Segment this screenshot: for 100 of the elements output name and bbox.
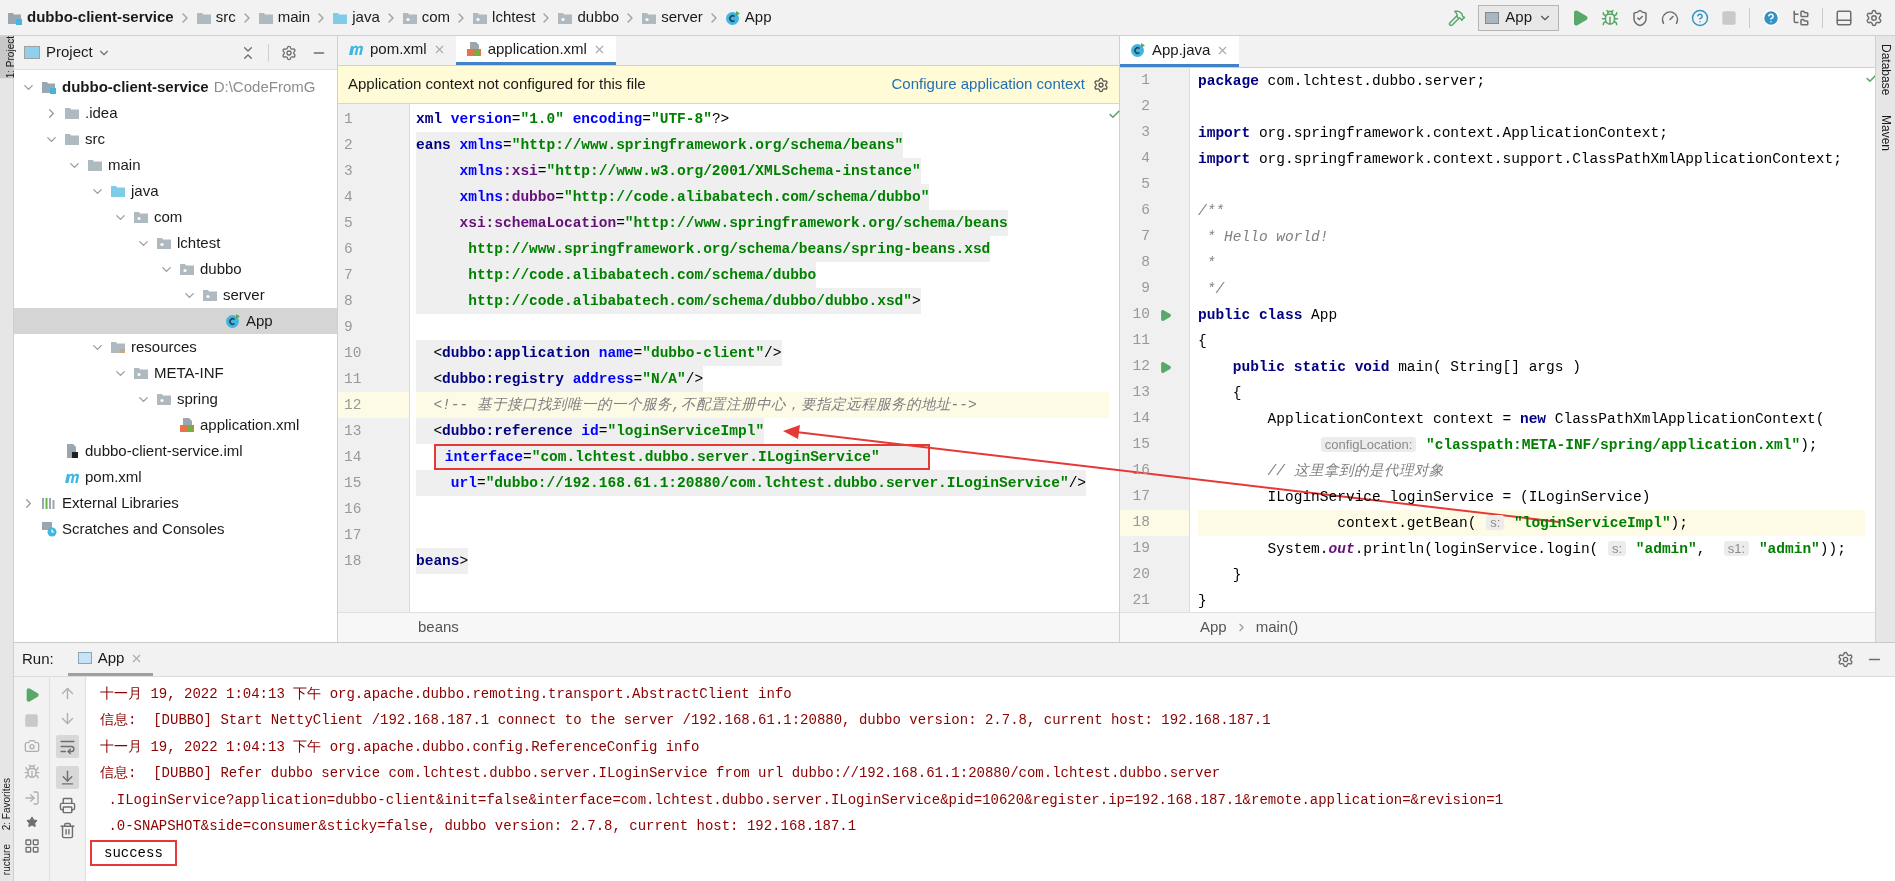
tree-item[interactable]: META-INF [14, 360, 337, 386]
code-line: xml version="1.0" encoding="UTF-8"?> [416, 110, 730, 129]
line-number: 2 [1140, 97, 1150, 117]
build-icon[interactable] [1448, 8, 1467, 27]
code-line: ApplicationContext context = new ClassPathXmlApplicationContext( [1266, 411, 1825, 427]
tool-window-tab[interactable]: Database [1876, 44, 1895, 96]
breadcrumb-item[interactable]: server [638, 6, 706, 29]
tool-window-tab[interactable]: ructure [0, 843, 14, 875]
tree-item[interactable]: dubbo-client-service D:\CodeFromG [14, 74, 337, 100]
tree-item[interactable]: com [14, 204, 337, 230]
breadcrumb-item[interactable]: java [329, 6, 383, 29]
line-number: 15 [1131, 435, 1150, 455]
stop-icon[interactable] [24, 713, 39, 728]
breadcrumb-item[interactable]: dubbo [554, 6, 623, 29]
star-icon[interactable] [25, 816, 38, 828]
settings-icon[interactable] [1837, 651, 1854, 668]
code-line: { [1198, 333, 1207, 349]
project-tool-tab[interactable]: 1: Project [0, 36, 14, 79]
resources-folder-icon [110, 339, 126, 355]
line-number: 14 [343, 448, 363, 467]
check-icon [1865, 72, 1875, 85]
settings-icon[interactable] [1865, 8, 1883, 27]
code-line: System.out.println(loginService.login( s: "admin", s1: "admin")); [1266, 541, 1846, 557]
tree-item[interactable]: .idea [14, 100, 337, 126]
profile-icon[interactable] [1661, 8, 1679, 27]
camera-icon[interactable] [23, 738, 40, 754]
line-number: 18 [343, 552, 363, 571]
tree-item[interactable]: lchtest [14, 230, 337, 256]
console-line: .ILoginService?application=dubbo-client&init=false&interface=com.lchtest.dubbo.server.ILoginService&pid=10620&register.ip=192.168.187.1&remote.application=&revision=1 [107, 790, 1504, 810]
tree-item[interactable]: server [14, 282, 337, 308]
console-line: 十一月 19, 2022 1:04:13 下午 org.apache.dubbo.config.ReferenceConfig info [100, 737, 700, 757]
line-number: 10 [1131, 305, 1150, 325]
tree-item[interactable]: spring [14, 386, 337, 412]
layout-icon[interactable] [1835, 8, 1853, 27]
code-line: /** [1198, 203, 1225, 219]
configure-link[interactable]: Configure application context [891, 73, 1085, 96]
tree-item[interactable]: Scratches and Consoles [14, 516, 337, 542]
line-number: 3 [1140, 123, 1150, 143]
tree-item[interactable]: pom.xml [14, 464, 337, 490]
tool-window-tab[interactable]: Maven [1876, 115, 1895, 152]
code-line: <!-- 基于接口找到唯一的一个服务,不配置注册中心，要指定远程服务的地址--> [432, 396, 977, 415]
tree-item[interactable]: dubbo-client-service.iml [14, 438, 337, 464]
wrap-icon[interactable] [59, 738, 76, 755]
breadcrumb-item[interactable]: main [254, 6, 314, 29]
scroll-to-end-icon[interactable] [59, 769, 76, 786]
line-number: 14 [1131, 409, 1150, 429]
breadcrumb-item[interactable]: App [721, 6, 775, 29]
print-icon[interactable] [59, 797, 76, 814]
trash-icon[interactable] [59, 822, 76, 839]
editor-tab[interactable]: pom.xml [338, 36, 456, 65]
tree-item[interactable]: resources [14, 334, 337, 360]
code-breadcrumb[interactable]: beans [418, 616, 459, 639]
tree-item[interactable]: main [14, 152, 337, 178]
package-icon [156, 235, 172, 251]
tree-item[interactable]: App [14, 308, 337, 334]
coverage-icon[interactable] [1631, 8, 1649, 27]
line-number: 8 [1140, 253, 1150, 273]
code-line: { [1231, 385, 1242, 401]
tree-item[interactable]: java [14, 178, 337, 204]
settings-icon[interactable] [1093, 76, 1109, 93]
tool-window-tab[interactable]: 2: Favorites [0, 777, 14, 830]
run-gutter-icon[interactable] [1158, 308, 1172, 322]
breadcrumb-item[interactable]: dubbo-client-service [4, 6, 177, 29]
debug-icon[interactable] [1601, 8, 1619, 27]
tree-item[interactable]: application.xml [14, 412, 337, 438]
code-line: context.getBean( s: "loginServiceImpl"); [1336, 515, 1688, 531]
settings-icon[interactable] [281, 44, 297, 61]
breadcrumb-item[interactable]: com [398, 6, 454, 29]
up-arrow-icon[interactable] [59, 685, 76, 702]
run-icon[interactable] [1571, 8, 1589, 27]
editor-tab[interactable]: App.java [1120, 36, 1240, 67]
view-selector[interactable]: Project [46, 41, 111, 64]
project-structure-icon[interactable] [1792, 8, 1810, 27]
tree-item[interactable]: src [14, 126, 337, 152]
code-breadcrumb[interactable]: main() [1255, 616, 1299, 639]
run-configuration-dropdown[interactable]: App [1478, 4, 1559, 31]
libraries-icon [41, 495, 57, 511]
parameter-hint: s: [1608, 541, 1627, 556]
editor-tab[interactable]: application.xml [455, 36, 616, 65]
stop-icon[interactable] [1721, 9, 1737, 26]
help-icon[interactable] [1691, 8, 1709, 27]
tree-item[interactable]: dubbo [14, 256, 337, 282]
line-number: 7 [343, 266, 354, 285]
layout-icon[interactable] [23, 838, 40, 854]
line-number: 16 [343, 500, 363, 519]
line-number: 20 [1131, 565, 1150, 585]
tree-item[interactable]: External Libraries [14, 490, 337, 516]
run-gutter-icon[interactable] [1158, 360, 1172, 374]
banner-message: Application context not configured for this file [348, 74, 646, 95]
line-number: 9 [343, 318, 354, 337]
exit-icon[interactable] [23, 790, 40, 806]
breadcrumb-item[interactable]: src [192, 6, 239, 29]
line-number: 13 [343, 422, 363, 441]
console-icon [77, 652, 92, 664]
code-breadcrumb[interactable]: App [1200, 616, 1227, 639]
down-arrow-icon[interactable] [59, 710, 76, 727]
debug-icon[interactable] [23, 764, 40, 780]
scratches-icon [41, 521, 57, 537]
code-line: } [1231, 567, 1242, 583]
breadcrumb-item[interactable]: lchtest [469, 6, 539, 29]
